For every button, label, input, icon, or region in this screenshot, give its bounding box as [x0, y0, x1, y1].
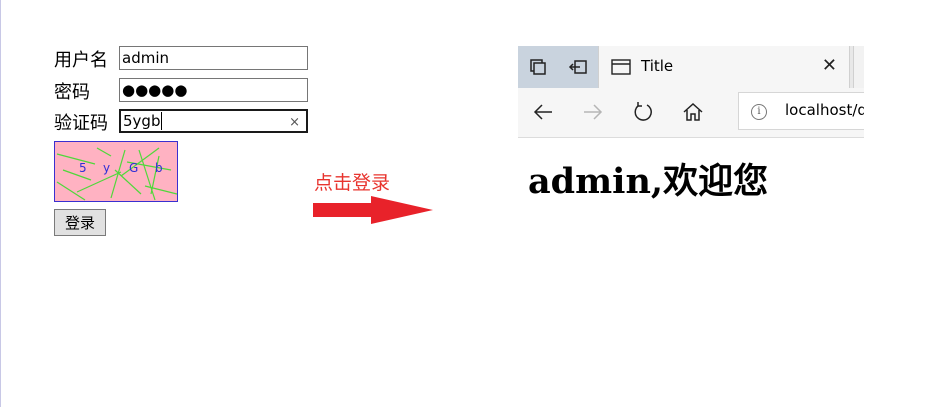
- browser-window: Title ✕ i localhost/d: [518, 46, 864, 138]
- password-row: 密码: [54, 78, 90, 104]
- captcha-label: 验证码: [54, 113, 108, 134]
- right-arrow-icon: [313, 196, 433, 224]
- captcha-char: G: [129, 161, 138, 175]
- address-bar[interactable]: i localhost/d: [738, 92, 864, 130]
- password-label: 密码: [54, 82, 90, 103]
- captcha-image[interactable]: 5 y G b: [54, 141, 178, 202]
- tab-title[interactable]: Title ✕: [598, 46, 850, 88]
- set-aside-icon: [568, 60, 587, 74]
- captcha-char: y: [103, 161, 110, 175]
- refresh-icon: [634, 102, 652, 121]
- captcha-input-value: 5ygb: [123, 112, 161, 130]
- info-icon[interactable]: i: [751, 104, 767, 120]
- page-icon: [611, 59, 631, 75]
- hint-text: 点击登录: [314, 172, 391, 194]
- password-input[interactable]: ●●●●●: [119, 78, 308, 102]
- back-button[interactable]: [531, 100, 555, 124]
- clear-icon[interactable]: ×: [289, 113, 300, 133]
- next-tab[interactable]: [853, 46, 864, 88]
- captcha-row: 验证码: [54, 109, 108, 135]
- browser-toolbar: i localhost/d: [518, 88, 864, 138]
- forward-arrow-icon: [584, 104, 603, 120]
- home-button[interactable]: [681, 100, 705, 124]
- tabs-overview-icon: [530, 59, 546, 75]
- welcome-heading: admin,欢迎您: [528, 161, 769, 202]
- close-icon[interactable]: ✕: [822, 55, 837, 76]
- tab-set-aside-button[interactable]: [518, 46, 558, 88]
- home-icon: [683, 102, 703, 121]
- address-text: localhost/d: [785, 101, 864, 119]
- username-input[interactable]: [119, 46, 308, 70]
- username-row: 用户名: [54, 46, 108, 72]
- refresh-button[interactable]: [631, 100, 655, 124]
- tab-title-text: Title: [641, 57, 674, 75]
- set-tabs-aside-button[interactable]: [558, 46, 598, 88]
- forward-button[interactable]: [581, 100, 605, 124]
- login-button[interactable]: 登录: [54, 209, 106, 236]
- password-mask: ●●●●●: [122, 81, 188, 99]
- back-arrow-icon: [533, 104, 552, 120]
- page-left-border: [0, 0, 1, 407]
- captcha-char: b: [155, 161, 163, 175]
- text-cursor: [161, 112, 163, 130]
- captcha-noise: 5 y G b: [56, 147, 177, 201]
- username-label: 用户名: [54, 50, 108, 71]
- captcha-char: 5: [79, 161, 87, 175]
- captcha-input[interactable]: 5ygb ×: [119, 109, 308, 133]
- tab-strip: Title ✕: [518, 46, 864, 88]
